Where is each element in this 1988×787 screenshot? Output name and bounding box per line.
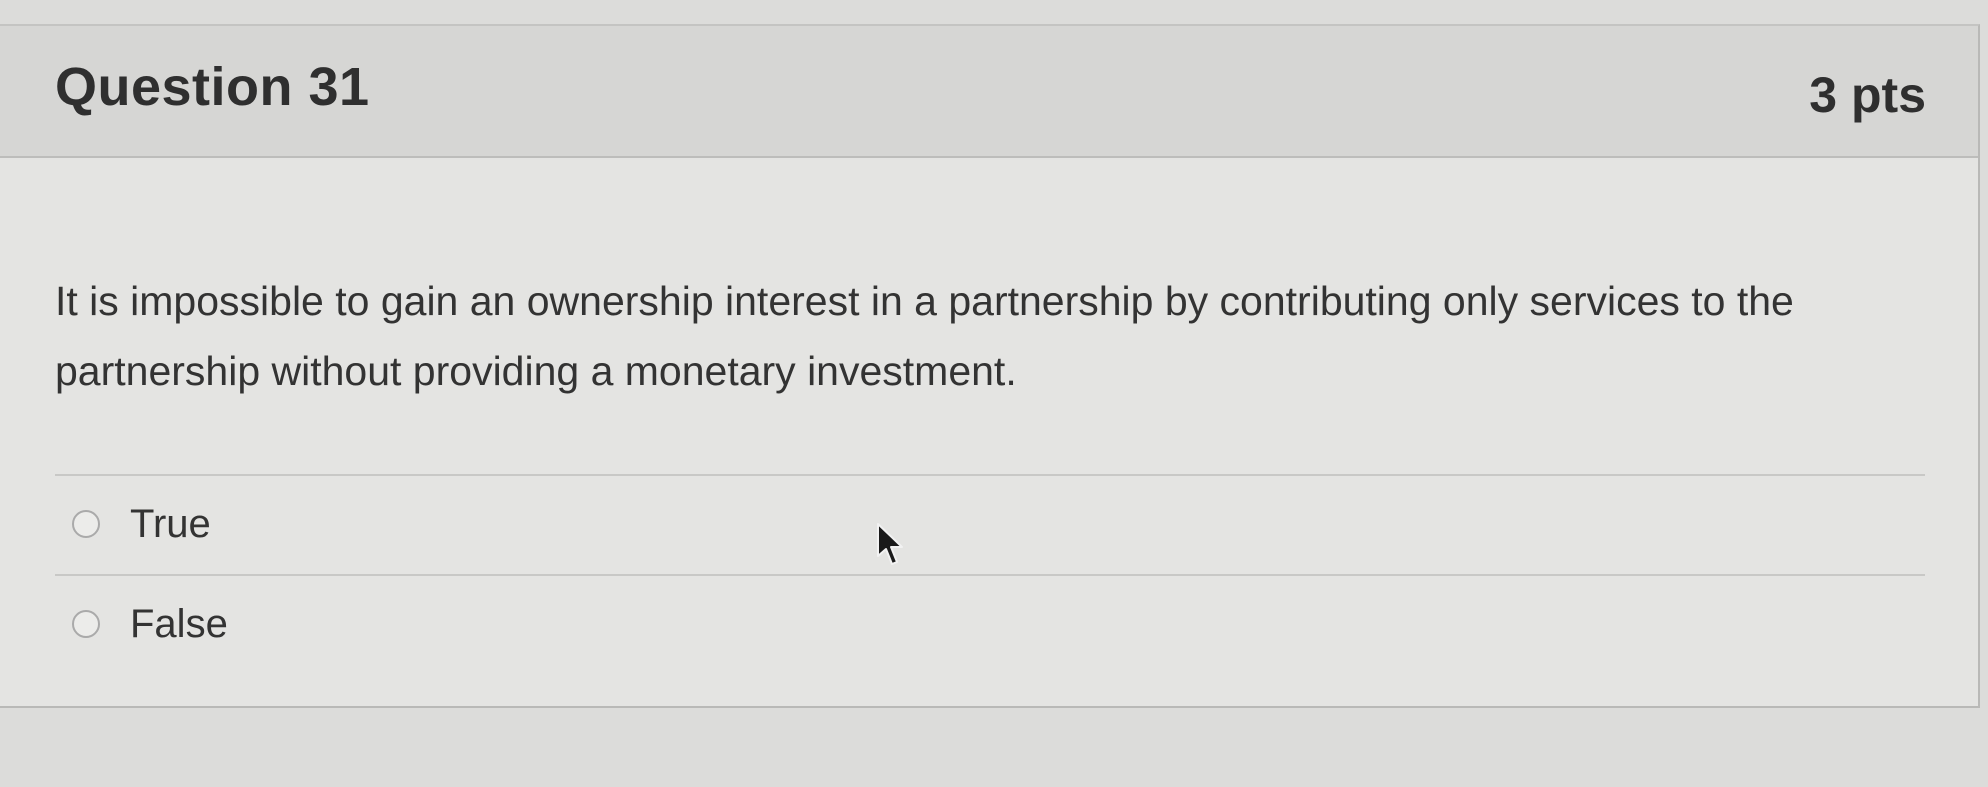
question-card: Question 31 3 pts It is impossible to ga…	[0, 24, 1980, 708]
answer-label: True	[130, 501, 211, 546]
answer-label: False	[130, 601, 228, 646]
answer-divider	[55, 574, 1925, 576]
mouse-pointer-icon	[877, 523, 903, 565]
answer-option-true[interactable]: True	[72, 494, 211, 554]
radio-button-icon[interactable]	[72, 610, 100, 638]
question-text: It is impossible to gain an ownership in…	[55, 278, 1794, 394]
question-body: It is impossible to gain an ownership in…	[0, 158, 1978, 706]
question-points: 3 pts	[1809, 67, 1926, 123]
radio-button-icon[interactable]	[72, 510, 100, 538]
answer-option-false[interactable]: False	[72, 594, 228, 654]
answer-divider	[55, 474, 1925, 476]
question-title: Question 31	[55, 57, 370, 117]
question-header: Question 31 3 pts	[0, 26, 1978, 158]
